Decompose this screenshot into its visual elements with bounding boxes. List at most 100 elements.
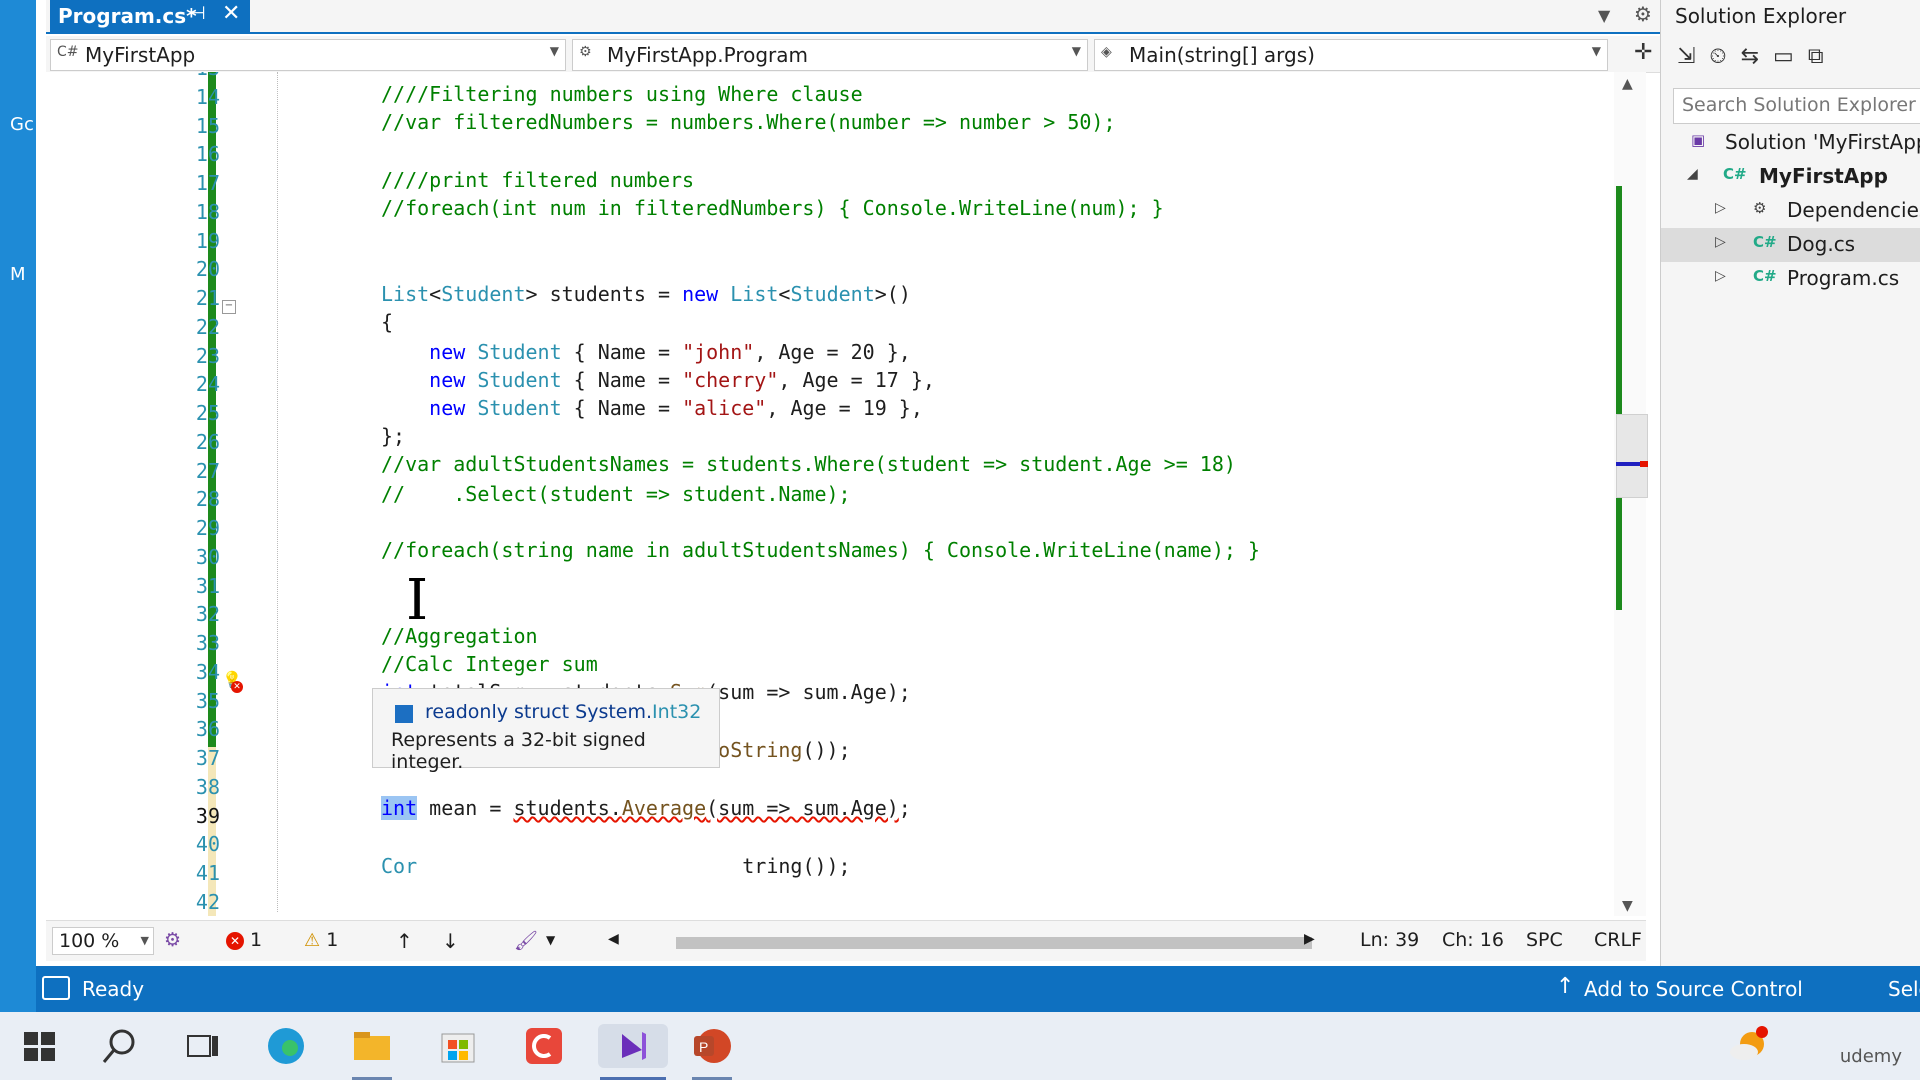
line-ending-indicator[interactable]: CRLF [1594, 929, 1642, 951]
scroll-thumb[interactable] [1616, 414, 1648, 498]
tooltip-description: Represents a 32-bit signed integer. [391, 729, 646, 773]
solution-explorer-toolbar[interactable]: ⇲⏲⇆▭⧉ [1677, 44, 1838, 69]
whitespace-indicator[interactable]: SPC [1526, 929, 1563, 951]
line-number: 41 [195, 861, 220, 885]
line-number: 24 [195, 372, 220, 397]
expand-icon[interactable]: ▷ [1715, 200, 1726, 216]
line-number: 37 [195, 746, 220, 770]
tab-list-dropdown-icon[interactable]: ▼ [1598, 6, 1610, 25]
tab-title: Program.cs* [58, 4, 197, 28]
tree-item-dog-cs[interactable]: ▷ C# Dog.cs [1661, 228, 1920, 262]
expand-icon[interactable]: ▷ [1715, 234, 1726, 250]
code-line: //Calc Integer sum [381, 652, 598, 676]
zoom-value: 100 % [59, 930, 120, 952]
select-repository-button[interactable]: Sele [1888, 977, 1920, 1001]
task-view-icon[interactable] [180, 1024, 224, 1068]
line-number: 40 [195, 832, 220, 857]
chevron-down-icon: ▼ [549, 44, 559, 58]
quickinfo-tooltip: readonly struct System.Int32 Represents … [372, 688, 720, 773]
tab-program-cs[interactable]: Program.cs* ⊣ ✕ [50, 0, 250, 32]
warning-count[interactable]: ⚠ 1 [304, 929, 338, 951]
expand-icon[interactable]: ▷ [1715, 268, 1726, 284]
column-indicator[interactable]: Ch: 16 [1442, 929, 1504, 951]
udemy-watermark: udemy [1839, 1046, 1902, 1067]
line-number: 36 [195, 717, 220, 742]
tree-item-solution[interactable]: ▣ Solution 'MyFirstApp' [1661, 126, 1920, 160]
pin-icon[interactable]: ⊣ [190, 3, 206, 24]
visual-studio-icon[interactable] [598, 1024, 668, 1068]
line-number: 13 [126, 72, 220, 80]
line-number: 31 [195, 573, 220, 598]
scroll-down-icon[interactable]: ▼ [1622, 898, 1633, 914]
split-window-icon[interactable]: ✛ [1634, 40, 1652, 65]
line-number: 19 [195, 228, 220, 253]
warning-icon: ⚠ [304, 930, 321, 951]
line-number: 29 [195, 516, 220, 540]
code-cleanup-icon[interactable]: 🖌 [514, 929, 538, 952]
scroll-left-icon[interactable]: ◀ [608, 931, 619, 947]
tooltip-signature: readonly struct System.Int32 [425, 701, 702, 723]
struct-icon [395, 705, 413, 723]
solution-icon: ▣ [1691, 131, 1706, 149]
error-icon: ✕ [231, 681, 243, 693]
code-line: //var filteredNumbers = numbers.Where(nu… [381, 110, 1116, 134]
class-dropdown[interactable]: ⚙ MyFirstApp.Program ▼ [572, 39, 1088, 71]
chevron-down-icon: ▼ [1591, 44, 1601, 58]
expanded-icon[interactable]: ◢ [1687, 166, 1698, 182]
scroll-up-icon[interactable]: ▲ [1622, 76, 1633, 92]
arrow-up-icon[interactable]: ↑ [396, 929, 413, 953]
class-dropdown-value: MyFirstApp.Program [607, 43, 808, 67]
indent-guide [277, 72, 278, 912]
line-number: 23 [195, 343, 220, 368]
chevron-down-icon: ▼ [1071, 44, 1081, 58]
code-line: new Student { Name = "alice", Age = 19 }… [429, 396, 923, 420]
line-indicator[interactable]: Ln: 39 [1360, 929, 1419, 951]
solution-search-input[interactable]: Search Solution Explorer (C [1673, 88, 1920, 124]
tree-item-label: Dependencies [1787, 198, 1920, 222]
add-to-source-control-button[interactable]: Add to Source Control [1584, 977, 1803, 1001]
member-dropdown-value: Main(string[] args) [1129, 43, 1315, 67]
notification-icon[interactable] [42, 976, 70, 1000]
code-line: ////Filtering numbers using Where clause [381, 82, 863, 106]
close-icon[interactable]: ✕ [222, 1, 240, 26]
edge-browser-icon[interactable] [264, 1024, 308, 1068]
tree-item-label: Solution 'MyFirstApp' [1725, 130, 1920, 154]
line-number: 39 [195, 803, 220, 828]
code-line: new Student { Name = "cherry", Age = 17 … [429, 368, 935, 392]
search-icon[interactable] [98, 1024, 142, 1068]
powerpoint-icon[interactable]: P [690, 1024, 734, 1068]
code-line: ////print filtered numbers [381, 168, 695, 192]
file-explorer-icon[interactable] [350, 1024, 394, 1068]
code-line: }; [381, 424, 406, 448]
gear-icon[interactable]: ⚙ [1634, 2, 1652, 26]
windows-start-icon[interactable] [18, 1024, 62, 1068]
line-number: 38 [195, 774, 220, 799]
tree-item-dependencies[interactable]: ▷ ⚙ Dependencies [1661, 194, 1920, 228]
app-red-icon[interactable] [522, 1024, 566, 1068]
scroll-right-icon[interactable]: ▶ [1304, 931, 1315, 947]
status-bar: Ready ↑ Add to Source Control Sele [36, 966, 1920, 1012]
line-number: 42 [195, 889, 220, 914]
navigation-bar: C# MyFirstApp ▼ ⚙ MyFirstApp.Program ▼ ◈… [46, 36, 1660, 73]
member-dropdown[interactable]: ◈ Main(string[] args) ▼ [1094, 39, 1608, 71]
desktop-edge: Gc M [0, 0, 36, 1012]
solution-explorer-title: Solution Explorer [1675, 4, 1847, 28]
tree-item-program-cs[interactable]: ▷ C# Program.cs [1661, 262, 1920, 296]
arrow-down-icon[interactable]: ↓ [442, 929, 459, 953]
store-icon[interactable] [436, 1024, 480, 1068]
tree-item-label: Program.cs [1787, 266, 1900, 290]
intellicode-icon[interactable]: ⚙ [164, 929, 181, 951]
horizontal-scroll-thumb[interactable] [676, 937, 1312, 949]
weather-icon[interactable] [1726, 1024, 1770, 1068]
code-line-current: int mean = students.Average(sum => sum.A… [381, 796, 911, 820]
tree-item-project[interactable]: ◢ C# MyFirstApp [1661, 160, 1920, 194]
collapse-icon[interactable]: − [222, 300, 236, 314]
project-dropdown[interactable]: C# MyFirstApp ▼ [50, 39, 566, 71]
chevron-down-icon[interactable]: ▼ [546, 933, 555, 947]
dependencies-icon: ⚙ [1753, 199, 1767, 217]
desktop-label-2: M [10, 264, 26, 285]
error-count[interactable]: ✕ 1 [226, 929, 262, 951]
zoom-dropdown[interactable]: 100 % ▼ [52, 927, 154, 955]
code-editor[interactable]: − 13 14 15 16 17 18 19 20 21 22 23 24 25 26 27 28 29 30 31… [46, 72, 1646, 916]
line-number: 15 [195, 113, 220, 138]
